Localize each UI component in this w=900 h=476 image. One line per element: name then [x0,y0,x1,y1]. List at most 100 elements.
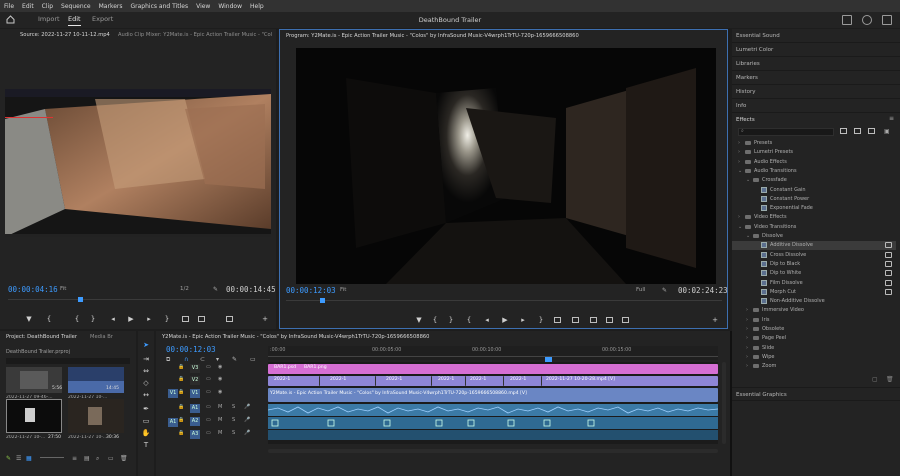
panel-essential-sound[interactable]: Essential Sound [732,29,900,43]
program-timecode[interactable]: 00:00:12:03 [286,286,336,295]
panel-history[interactable]: History [732,85,900,99]
chevron-right-icon[interactable]: › [746,335,748,341]
find-icon[interactable]: ⌕ [96,455,99,463]
tab-media-browser[interactable]: Media Br [90,334,113,340]
chevron-down-icon[interactable]: ⌄ [746,177,750,183]
source-timecode[interactable]: 00:00:04:16 [8,285,58,294]
effect-item[interactable]: › Audio Effects [732,158,896,167]
project-thumb-3[interactable] [6,399,62,433]
comparison-view-icon[interactable] [606,317,613,323]
chevron-right-icon[interactable]: › [746,326,748,332]
home-icon[interactable] [6,15,15,24]
effect-item[interactable]: ⌄ Video Transitions [732,223,896,232]
effects-menu-icon[interactable]: ≡ [889,115,894,122]
a2-mic-icon[interactable]: 🎤 [244,417,250,423]
pen-tool-icon[interactable]: ✒ [141,405,151,413]
v3-eye-icon[interactable]: ◉ [218,364,222,370]
camera-icon[interactable] [226,316,233,322]
v2-sync-icon[interactable]: ▭ [206,376,211,382]
project-search-input[interactable] [6,358,130,364]
effect-item[interactable]: Exponential Fade [732,204,896,213]
nav-edit[interactable]: Edit [68,15,81,26]
effect-item[interactable]: › Lumetri Presets [732,148,896,157]
slip-tool-icon[interactable]: ↔ [141,391,151,399]
a3-mic-icon[interactable]: 🎤 [244,430,250,436]
selection-tool-icon[interactable]: ➤ [141,341,151,349]
a3-solo-icon[interactable]: S [232,430,235,436]
menu-window[interactable]: Window [218,3,242,10]
a2-sync-icon[interactable]: ▭ [206,417,211,423]
rectangle-tool-icon[interactable]: ▭ [141,417,151,425]
effect-item[interactable]: › Obsolete [732,325,896,334]
add-marker-icon[interactable]: ▾ [216,356,219,363]
a1-sync-icon[interactable]: ▭ [206,404,211,410]
v3-clip-bar1-png[interactable]: BAR1.png [302,364,342,374]
program-wrench-icon[interactable]: ✎ [662,287,667,294]
effect-item[interactable]: Dip to White [732,269,896,278]
overwrite-icon[interactable] [198,316,205,322]
program-camera-icon[interactable] [590,317,597,323]
menu-help[interactable]: Help [250,3,264,10]
timeline-vertical-scrollbar[interactable] [722,362,726,444]
pencil-icon[interactable]: ✎ [6,455,11,462]
step-back-icon[interactable]: ◂ [108,315,118,323]
go-to-out-icon[interactable]: } [88,315,98,323]
chevron-right-icon[interactable]: › [746,363,748,369]
a1-lock-icon[interactable]: 🔒 [178,404,184,410]
list-view-icon[interactable]: ☰ [16,455,21,462]
new-bin-icon[interactable]: ▣ [884,128,890,135]
source-fit-select[interactable]: Fit [60,286,66,292]
a2-clip[interactable] [268,417,718,429]
quick-export-icon[interactable] [842,15,852,25]
effect-item[interactable]: › Iris [732,316,896,325]
v3-clip-bar1-psd[interactable]: BAR1.psd [272,364,300,374]
ripple-edit-icon[interactable]: ⇔ [141,367,151,375]
menu-clip[interactable]: Clip [42,3,53,10]
tab-sequence[interactable]: Y2Mate.is - Epic Action Trailer Music - … [162,334,430,340]
effect-item[interactable]: › Presets [732,139,896,148]
effect-item[interactable]: Constant Power [732,195,896,204]
snap-icon[interactable]: ∩ [184,356,188,363]
zoom-slider[interactable] [40,457,64,458]
timeline-tracks-area[interactable]: BAR1.psd BAR1.png 2022-1 2022-1 2022-1 2… [267,362,719,444]
new-item-icon[interactable]: ▢ [872,376,878,383]
tab-program[interactable]: Program: Y2Mate.is - Epic Action Trailer… [286,33,579,39]
source-video-frame[interactable] [5,89,271,237]
mark-in-icon[interactable]: ▼ [24,315,34,323]
effect-item[interactable]: Film Dissolve [732,279,896,288]
tab-audio-clip-mixer[interactable]: Audio Clip Mixer: Y2Mate.is - Epic Actio… [118,32,272,38]
track-a2[interactable]: A2 [190,417,200,426]
effect-item[interactable]: Non-Additive Dissolve [732,297,896,306]
a1-mute-icon[interactable]: M [218,404,222,410]
progress-icon[interactable] [862,15,872,25]
go-to-in-icon[interactable]: { [72,315,82,323]
program-play-icon[interactable]: ▶ [500,316,510,324]
a1-clip[interactable] [267,404,719,416]
tab-project[interactable]: Project: DeathBound Trailer [6,334,77,340]
extract-icon[interactable] [572,317,579,323]
effect-item[interactable]: Dip to Black [732,260,896,269]
effect-item[interactable]: › Immersive Video [732,306,896,315]
menu-markers[interactable]: Markers [99,3,123,10]
menu-file[interactable]: File [4,3,14,10]
a2-mute-icon[interactable]: M [218,417,222,423]
track-a3[interactable]: A3 [190,430,200,439]
chevron-right-icon[interactable]: › [746,345,748,351]
nest-icon[interactable]: ⧉ [166,356,170,364]
timeline-wrench-icon[interactable]: ✎ [232,356,237,363]
yuv-effects-icon[interactable] [868,128,875,134]
chevron-right-icon[interactable]: › [746,354,748,360]
program-mark-out-icon[interactable]: { [430,316,440,324]
v2-clip-4[interactable]: 2022-1 [436,376,466,386]
wrench-icon[interactable]: ✎ [213,286,218,293]
track-select-icon[interactable]: ⇥ [141,355,151,363]
menu-view[interactable]: View [196,3,210,10]
tab-source[interactable]: Source: 2022-11-27 10-11-12.mp4 [20,32,110,38]
sort-icon[interactable]: ≡ [72,455,77,462]
type-tool-icon[interactable]: T [141,441,151,449]
effects-panel-title[interactable]: Effects [732,113,900,127]
automate-icon[interactable]: ▤ [84,455,90,462]
effect-item[interactable]: › Zoom [732,362,896,371]
chevron-down-icon[interactable]: ⌄ [738,224,742,230]
source-patch-a1[interactable]: A1 [168,418,178,427]
